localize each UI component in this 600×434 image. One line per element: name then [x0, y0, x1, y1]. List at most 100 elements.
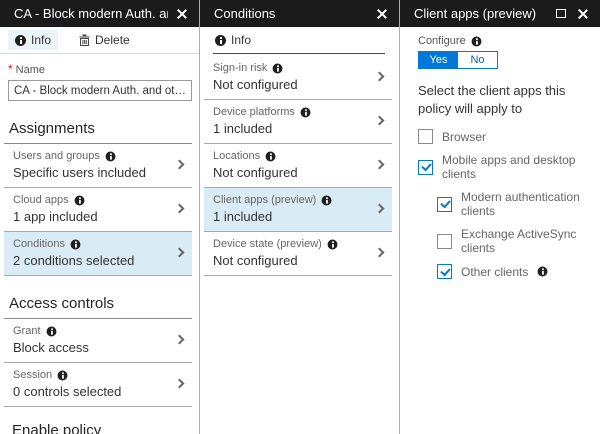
checkbox-icon — [418, 159, 433, 175]
chevron-right-icon — [174, 247, 185, 257]
checkbox-other-clients[interactable]: Other clients — [437, 264, 590, 280]
row-grant[interactable]: Grant Block access — [4, 319, 192, 363]
info-icon — [300, 107, 311, 117]
enable-policy-heading: Enable policy — [12, 422, 102, 434]
blade-client-apps-header: Client apps (preview) — [400, 0, 600, 27]
info-icon — [537, 266, 548, 277]
row-users-and-groups[interactable]: Users and groups Specific users included — [4, 144, 192, 188]
checkbox-icon — [418, 129, 433, 145]
row-locations[interactable]: Locations Not configured — [204, 144, 392, 188]
info-button[interactable]: Info — [8, 30, 59, 50]
configure-toggle: Yes No — [418, 51, 498, 69]
required-marker: * — [8, 62, 13, 76]
checkbox-exchange-activesync-clients[interactable]: Exchange ActiveSync clients — [437, 227, 590, 255]
maximize-button[interactable] — [553, 6, 569, 22]
info-button-label: Info — [31, 33, 52, 47]
checkbox-icon — [437, 196, 452, 212]
row-value: 1 included — [213, 209, 273, 224]
checkbox-label: Mobile apps and desktop clients — [442, 153, 576, 182]
info-icon — [327, 239, 338, 249]
info-button-label: Info — [231, 33, 252, 47]
row-value: Block access — [13, 340, 89, 355]
azure-blades: CA - Block modern Auth. and ot... Info D… — [0, 0, 600, 434]
blade-conditions-title: Conditions — [214, 6, 276, 21]
toggle-yes-segment[interactable]: Yes — [419, 52, 458, 68]
row-label: Users and groups — [13, 150, 100, 162]
chevron-right-icon — [374, 159, 385, 169]
close-button[interactable] — [575, 6, 591, 22]
close-icon — [177, 9, 187, 19]
close-icon — [578, 9, 588, 19]
row-label: Locations — [213, 150, 261, 162]
row-device-state[interactable]: Device state (preview) Not configured — [204, 232, 392, 276]
chevron-right-icon — [374, 203, 385, 213]
info-button[interactable]: Info — [208, 30, 258, 50]
blade-policy-title: CA - Block modern Auth. and ot... — [14, 6, 168, 21]
close-button[interactable] — [174, 6, 190, 22]
row-session[interactable]: Session 0 controls selected — [4, 363, 192, 407]
maximize-icon — [556, 9, 566, 18]
chevron-right-icon — [374, 71, 385, 81]
row-label: Conditions — [13, 238, 65, 250]
policy-toolbar: Info Delete — [0, 27, 199, 53]
close-icon — [377, 9, 387, 19]
checkbox-label: Other clients — [461, 264, 529, 279]
row-client-apps[interactable]: Client apps (preview) 1 included — [204, 188, 392, 232]
row-sign-in-risk[interactable]: Sign-in risk Not configured — [204, 56, 392, 100]
row-label: Device state (preview) — [213, 238, 322, 250]
checkbox-label: Exchange ActiveSync clients — [461, 227, 577, 256]
row-cloud-apps[interactable]: Cloud apps 1 app included — [4, 188, 192, 232]
trash-icon — [79, 34, 90, 46]
row-value: 1 included — [213, 121, 273, 136]
configure-label: Configure — [418, 35, 590, 47]
name-block: * Name — [0, 54, 199, 101]
row-value: 2 conditions selected — [13, 253, 135, 268]
checkbox-mobile-apps-and-desktop-clients[interactable]: Mobile apps and desktop clients — [418, 153, 590, 181]
info-icon — [321, 195, 332, 205]
chevron-right-icon — [374, 247, 385, 257]
row-label: Cloud apps — [13, 194, 69, 206]
conditions-toolbar: Info — [200, 27, 399, 53]
chevron-right-icon — [174, 159, 185, 169]
info-icon — [74, 195, 85, 205]
assignments-heading: Assignments — [4, 117, 192, 144]
row-label: Sign-in risk — [213, 62, 268, 74]
close-button[interactable] — [374, 6, 390, 22]
enable-policy-block: Enable policy On Off — [12, 422, 199, 434]
chevron-right-icon — [174, 378, 185, 388]
client-apps-content: Configure Yes No Select the client apps … — [400, 27, 600, 280]
checkbox-label: Modern authentication clients — [461, 190, 580, 219]
chevron-right-icon — [174, 334, 185, 344]
blade-policy: CA - Block modern Auth. and ot... Info D… — [0, 0, 200, 434]
chevron-right-icon — [174, 203, 185, 213]
row-value: Specific users included — [13, 165, 146, 180]
row-value: Not configured — [213, 77, 298, 92]
row-value: 0 controls selected — [13, 384, 122, 399]
assignments-section: Assignments Users and groups Specific us… — [4, 117, 192, 276]
row-value: 1 app included — [13, 209, 98, 224]
conditions-list: Sign-in risk Not configured Device platf… — [204, 56, 392, 276]
info-icon — [105, 151, 116, 161]
row-device-platforms[interactable]: Device platforms 1 included — [204, 100, 392, 144]
blade-client-apps-title: Client apps (preview) — [414, 6, 537, 21]
blade-conditions-header: Conditions — [200, 0, 399, 27]
blade-client-apps: Client apps (preview) Configure Yes No S… — [400, 0, 600, 434]
row-label: Client apps (preview) — [213, 194, 317, 206]
checkbox-browser[interactable]: Browser — [418, 129, 590, 145]
access-controls-section: Access controls Grant Block access Sessi… — [4, 292, 192, 407]
row-label: Device platforms — [213, 106, 295, 118]
info-icon — [215, 34, 226, 46]
row-conditions[interactable]: Conditions 2 conditions selected — [4, 232, 192, 276]
toolbar-divider — [213, 53, 385, 54]
name-field[interactable] — [8, 80, 192, 101]
info-icon — [265, 151, 276, 161]
checkbox-label: Browser — [442, 129, 487, 144]
client-apps-description: Select the client apps this policy will … — [418, 83, 566, 116]
info-icon — [15, 34, 26, 46]
checkbox-icon — [437, 264, 452, 280]
toggle-no-segment[interactable]: No — [458, 52, 497, 68]
checkbox-modern-authentication-clients[interactable]: Modern authentication clients — [437, 190, 590, 218]
info-icon — [471, 36, 482, 46]
delete-button[interactable]: Delete — [72, 30, 137, 50]
client-apps-options: Browser Mobile apps and desktop clients … — [418, 129, 590, 280]
